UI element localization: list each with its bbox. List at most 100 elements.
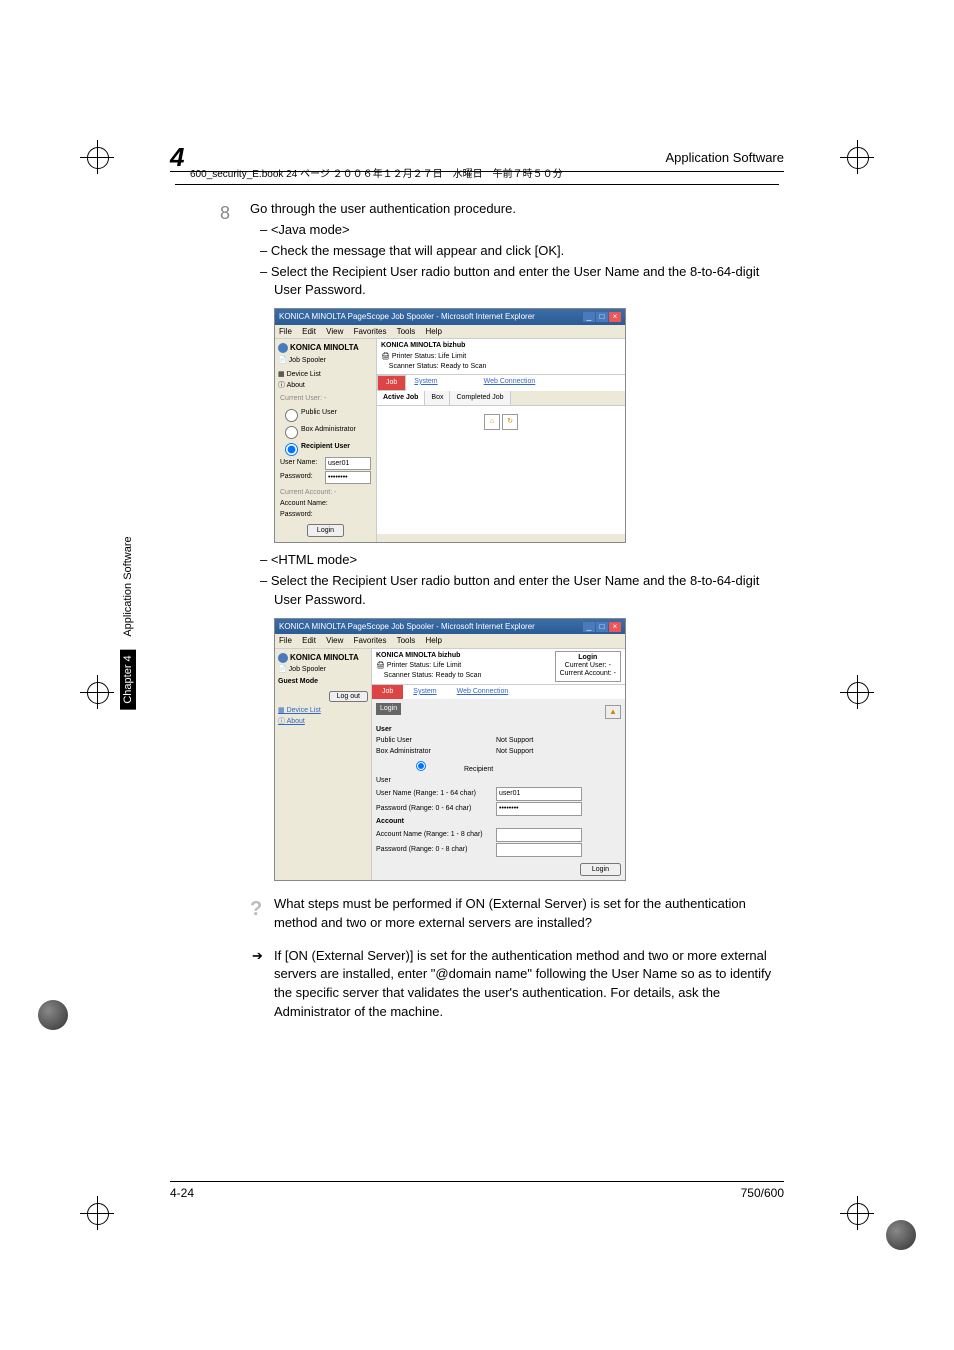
login-button[interactable]: Login bbox=[580, 863, 621, 876]
printer-icon: 🖨 bbox=[381, 353, 390, 360]
account-name-label: Account Name: bbox=[280, 499, 328, 509]
account-section-label: Account bbox=[376, 818, 404, 825]
collapse-icon[interactable]: ▲ bbox=[605, 705, 621, 719]
content-area: 4 Application Software 8 Go through the … bbox=[170, 150, 784, 1200]
subtab-active[interactable]: Active Job bbox=[377, 391, 425, 405]
about-label: About bbox=[287, 718, 305, 725]
public-user-label: Public User bbox=[301, 408, 337, 418]
logo-icon bbox=[278, 653, 288, 663]
body-content: 8 Go through the user authentication pro… bbox=[250, 200, 784, 1022]
printer-status: Printer Status: Life Limit bbox=[387, 662, 461, 669]
login-header: Login bbox=[376, 703, 401, 715]
box-admin-radio[interactable] bbox=[285, 426, 298, 439]
tab-job[interactable]: Job bbox=[372, 685, 403, 699]
device-list-link[interactable]: ▦ Device List bbox=[278, 370, 373, 380]
password-label: Password (Range: 0 - 64 char) bbox=[376, 804, 496, 814]
recipient-user-radio[interactable] bbox=[285, 443, 298, 456]
tab-system[interactable]: System bbox=[403, 685, 446, 699]
recipient-user-label: Recipient User bbox=[301, 442, 350, 452]
menu-item[interactable]: Help bbox=[426, 636, 442, 645]
cropmark-tr bbox=[840, 140, 874, 174]
bullet: Check the message that will appear and c… bbox=[274, 242, 784, 261]
tab-job[interactable]: Job bbox=[377, 375, 406, 391]
home-icon[interactable]: ⌂ bbox=[484, 414, 500, 430]
brand-text: KONICA MINOLTA bbox=[290, 343, 359, 352]
menu-item[interactable]: View bbox=[326, 327, 343, 336]
cropmark-bl bbox=[80, 1196, 114, 1230]
subtab-box[interactable]: Box bbox=[425, 391, 450, 405]
about-link[interactable]: ⓘ About bbox=[278, 381, 373, 391]
tab-web[interactable]: Web Connection bbox=[447, 685, 519, 699]
tab-system[interactable]: System bbox=[406, 375, 445, 391]
tabbar: Job System Web Connection bbox=[377, 375, 625, 391]
password-input[interactable] bbox=[496, 802, 582, 816]
subtab-completed[interactable]: Completed Job bbox=[450, 391, 510, 405]
brand-text: KONICA MINOLTA bbox=[290, 653, 359, 662]
menu-item[interactable]: View bbox=[326, 636, 343, 645]
minimize-icon[interactable]: _ bbox=[583, 312, 595, 322]
brand-sub: 📄 Job Spooler bbox=[278, 356, 373, 366]
username-input[interactable] bbox=[496, 787, 582, 801]
close-icon[interactable]: × bbox=[609, 622, 621, 632]
maximize-icon[interactable]: □ bbox=[596, 622, 608, 632]
menu-item[interactable]: Tools bbox=[397, 636, 416, 645]
public-user-radio[interactable] bbox=[285, 409, 298, 422]
question-text: What steps must be performed if ON (Exte… bbox=[274, 896, 746, 930]
step-number: 8 bbox=[220, 200, 230, 226]
login-button[interactable]: Login bbox=[307, 524, 344, 537]
refresh-icon[interactable]: ↻ bbox=[502, 414, 518, 430]
menu-item[interactable]: Edit bbox=[302, 636, 316, 645]
menu-item[interactable]: Favorites bbox=[354, 327, 387, 336]
public-user-label: Public User bbox=[376, 736, 496, 746]
menu-item[interactable]: Help bbox=[426, 327, 442, 336]
cropmark-mr bbox=[840, 675, 874, 709]
maximize-icon[interactable]: □ bbox=[596, 312, 608, 322]
login-form: Login ▲ User Public UserNot Support Box … bbox=[372, 699, 625, 880]
page-footer: 4-24 750/600 bbox=[170, 1181, 784, 1200]
sidebar-title: Application Software bbox=[120, 530, 136, 642]
account-password-input[interactable] bbox=[496, 843, 582, 857]
login-current-account: Current Account: - bbox=[560, 670, 616, 678]
tab-web[interactable]: Web Connection bbox=[476, 375, 544, 391]
recipient-user-radio[interactable] bbox=[381, 761, 461, 771]
login-box-title: Login bbox=[560, 654, 616, 662]
account-name-label: Account Name (Range: 1 - 8 char) bbox=[376, 830, 496, 840]
scanner-status: Scanner Status: Ready to Scan bbox=[384, 672, 482, 679]
punch-dot-right bbox=[886, 1220, 916, 1250]
cropmark-br bbox=[840, 1196, 874, 1230]
current-account-label: Current Account: - bbox=[280, 488, 371, 498]
section-header: 4 Application Software bbox=[170, 150, 784, 172]
brand-row: KONICA MINOLTA bbox=[278, 652, 368, 664]
account-name-input[interactable] bbox=[496, 828, 582, 842]
username-label: User Name (Range: 1 - 64 char) bbox=[376, 789, 496, 799]
account-password-label: Password: bbox=[280, 510, 328, 520]
bullet: Select the Recipient User radio button a… bbox=[274, 572, 784, 610]
box-admin-label: Box Administrator bbox=[376, 747, 496, 757]
minimize-icon[interactable]: _ bbox=[583, 622, 595, 632]
menu-item[interactable]: Tools bbox=[397, 327, 416, 336]
device-list-link[interactable]: ▦ Device List bbox=[278, 706, 368, 716]
about-link[interactable]: ⓘ About bbox=[278, 717, 368, 727]
window-title: KONICA MINOLTA PageScope Job Spooler - M… bbox=[279, 311, 535, 323]
window-buttons: _□× bbox=[582, 621, 621, 633]
menu-item[interactable]: File bbox=[279, 327, 292, 336]
login-panel: Current User: - Public User Box Administ… bbox=[278, 392, 373, 539]
screenshot-html-mode: KONICA MINOLTA PageScope Job Spooler - M… bbox=[274, 618, 626, 881]
password-input[interactable] bbox=[325, 471, 371, 484]
menu-item[interactable]: Edit bbox=[302, 327, 316, 336]
login-current-user: Current User: - bbox=[560, 662, 616, 670]
menu-item[interactable]: File bbox=[279, 636, 292, 645]
main-pane: KONICA MINOLTA bizhub 🖨 Printer Status: … bbox=[377, 339, 625, 542]
logout-button[interactable]: Log out bbox=[329, 691, 368, 702]
username-label: User Name: bbox=[280, 458, 325, 468]
menu-item[interactable]: Favorites bbox=[354, 636, 387, 645]
answer-text: If [ON (External Server)] is set for the… bbox=[274, 948, 771, 1020]
username-input[interactable] bbox=[325, 457, 371, 470]
subtabs: Active Job Box Completed Job bbox=[377, 391, 625, 406]
screenshot-java-mode: KONICA MINOLTA PageScope Job Spooler - M… bbox=[274, 308, 626, 543]
close-icon[interactable]: × bbox=[609, 312, 621, 322]
guest-mode-label: Guest Mode bbox=[278, 678, 318, 685]
public-user-value: Not Support bbox=[496, 736, 533, 746]
page: 600_security_E.book 24 ページ ２００６年１２月２７日 水… bbox=[0, 0, 954, 1350]
device-name: KONICA MINOLTA bizhub bbox=[381, 342, 465, 349]
